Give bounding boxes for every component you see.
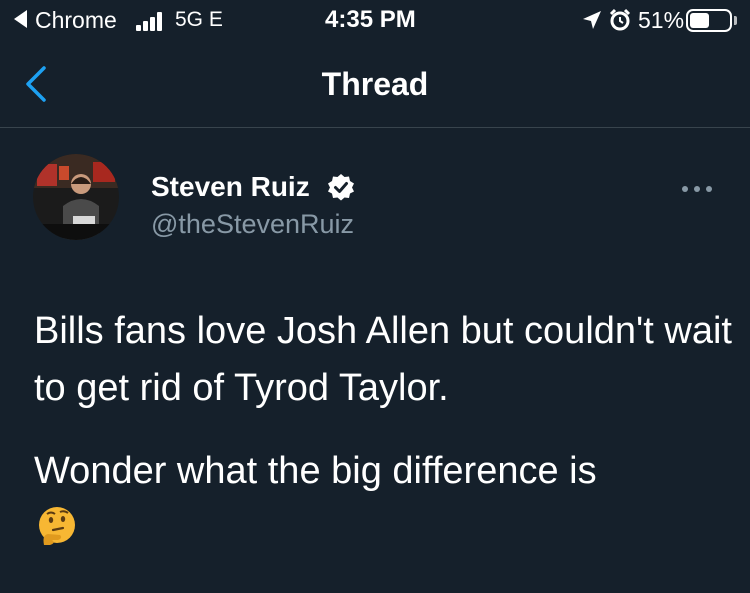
battery-percentage: 51% bbox=[638, 7, 685, 33]
twitter-thread-screen: Chrome 5G E 4:35 PM 51% Thread Steven Ru… bbox=[0, 0, 750, 593]
status-time: 4:35 PM bbox=[325, 6, 416, 33]
page-title: Thread bbox=[321, 66, 429, 102]
battery-tip bbox=[734, 16, 737, 25]
battery-level-fill bbox=[690, 13, 709, 28]
location-arrow-icon bbox=[583, 11, 601, 29]
signal-strength-icon bbox=[136, 11, 166, 31]
tweet-text-paragraph-1: Bills fans love Josh Allen but couldn't … bbox=[34, 310, 732, 409]
navigation-bar: Thread bbox=[0, 40, 750, 128]
battery-icon bbox=[686, 9, 732, 32]
author-handle[interactable]: @theStevenRuiz bbox=[151, 209, 354, 240]
author-name[interactable]: Steven Ruiz bbox=[151, 171, 310, 203]
avatar[interactable] bbox=[33, 154, 119, 240]
verified-badge-icon bbox=[328, 174, 354, 201]
tweet-text-paragraph-2: Wonder what the big difference is bbox=[34, 450, 597, 492]
thinking-face-emoji-icon bbox=[39, 507, 75, 545]
status-carrier: Chrome bbox=[35, 7, 117, 33]
tweet: Steven Ruiz @theStevenRuiz Bills fans lo… bbox=[0, 129, 750, 593]
status-bar: Chrome 5G E 4:35 PM 51% bbox=[0, 0, 750, 40]
more-options-icon[interactable] bbox=[682, 184, 716, 194]
status-network: 5G E bbox=[175, 8, 223, 31]
alarm-clock-icon bbox=[609, 8, 631, 31]
back-to-app-icon[interactable] bbox=[14, 10, 27, 28]
